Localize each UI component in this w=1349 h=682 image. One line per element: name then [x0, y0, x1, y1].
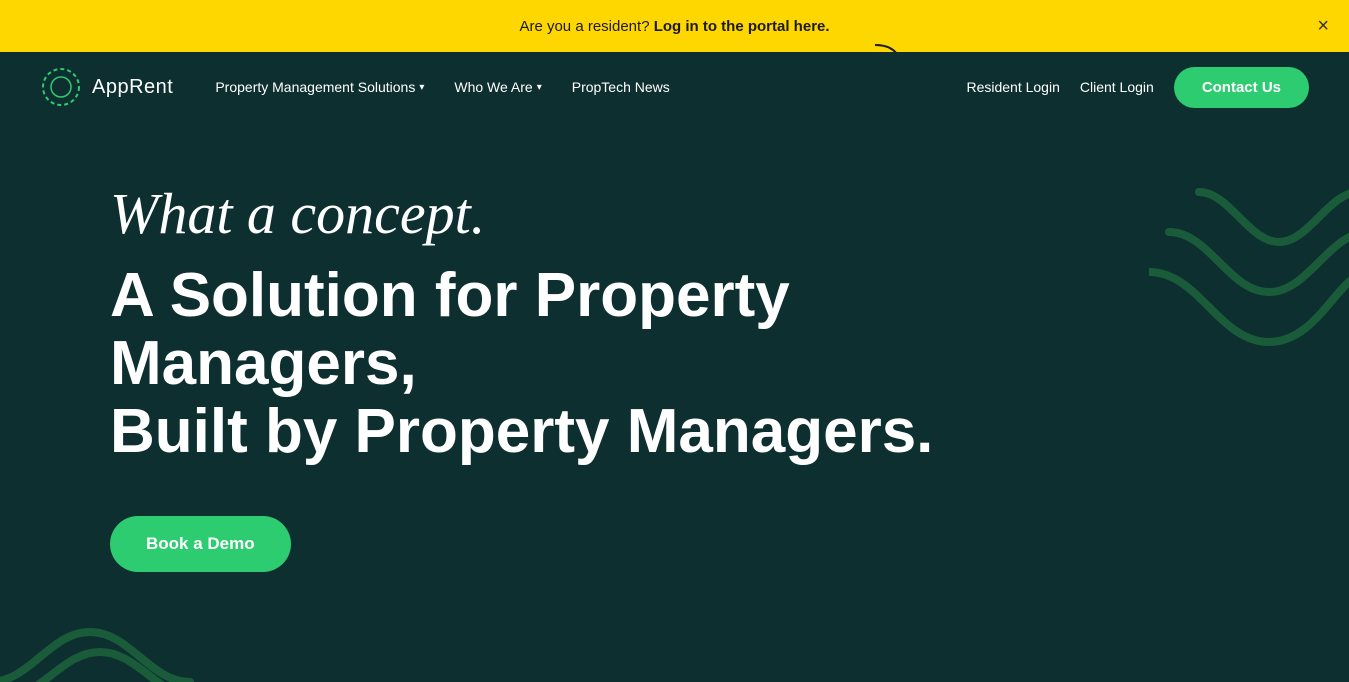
navbar: AppRent Property Management Solutions ▾ … [0, 52, 1349, 122]
contact-us-button[interactable]: Contact Us [1174, 67, 1309, 108]
nav-right: Resident Login Client Login Contact Us [966, 67, 1309, 108]
hero-headline: A Solution for Property Managers, Built … [110, 262, 1010, 467]
banner-text: Are you a resident? Log in to the portal… [519, 18, 829, 35]
resident-login-link[interactable]: Resident Login [966, 79, 1059, 95]
nav-property-management[interactable]: Property Management Solutions ▾ [203, 71, 436, 103]
deco-wave-top-right [1149, 182, 1349, 382]
hero-section: What a concept. A Solution for Property … [0, 122, 1349, 682]
client-login-link[interactable]: Client Login [1080, 79, 1154, 95]
chevron-down-icon: ▾ [419, 82, 424, 93]
chevron-down-icon: ▾ [537, 82, 542, 93]
nav-proptech-news[interactable]: PropTech News [560, 71, 682, 103]
nav-who-we-are[interactable]: Who We Are ▾ [442, 71, 553, 103]
logo-link[interactable]: AppRent [40, 66, 173, 108]
nav-links: Property Management Solutions ▾ Who We A… [203, 71, 966, 103]
logo-text: AppRent [92, 76, 173, 99]
banner-link[interactable]: Log in to the portal here. [654, 18, 830, 35]
deco-wave-bottom-left [0, 602, 200, 682]
hero-tagline: What a concept. [110, 182, 1269, 246]
top-banner: Are you a resident? Log in to the portal… [0, 0, 1349, 52]
banner-close-button[interactable]: × [1317, 16, 1329, 36]
book-demo-button[interactable]: Book a Demo [110, 516, 291, 572]
logo-icon [40, 66, 82, 108]
